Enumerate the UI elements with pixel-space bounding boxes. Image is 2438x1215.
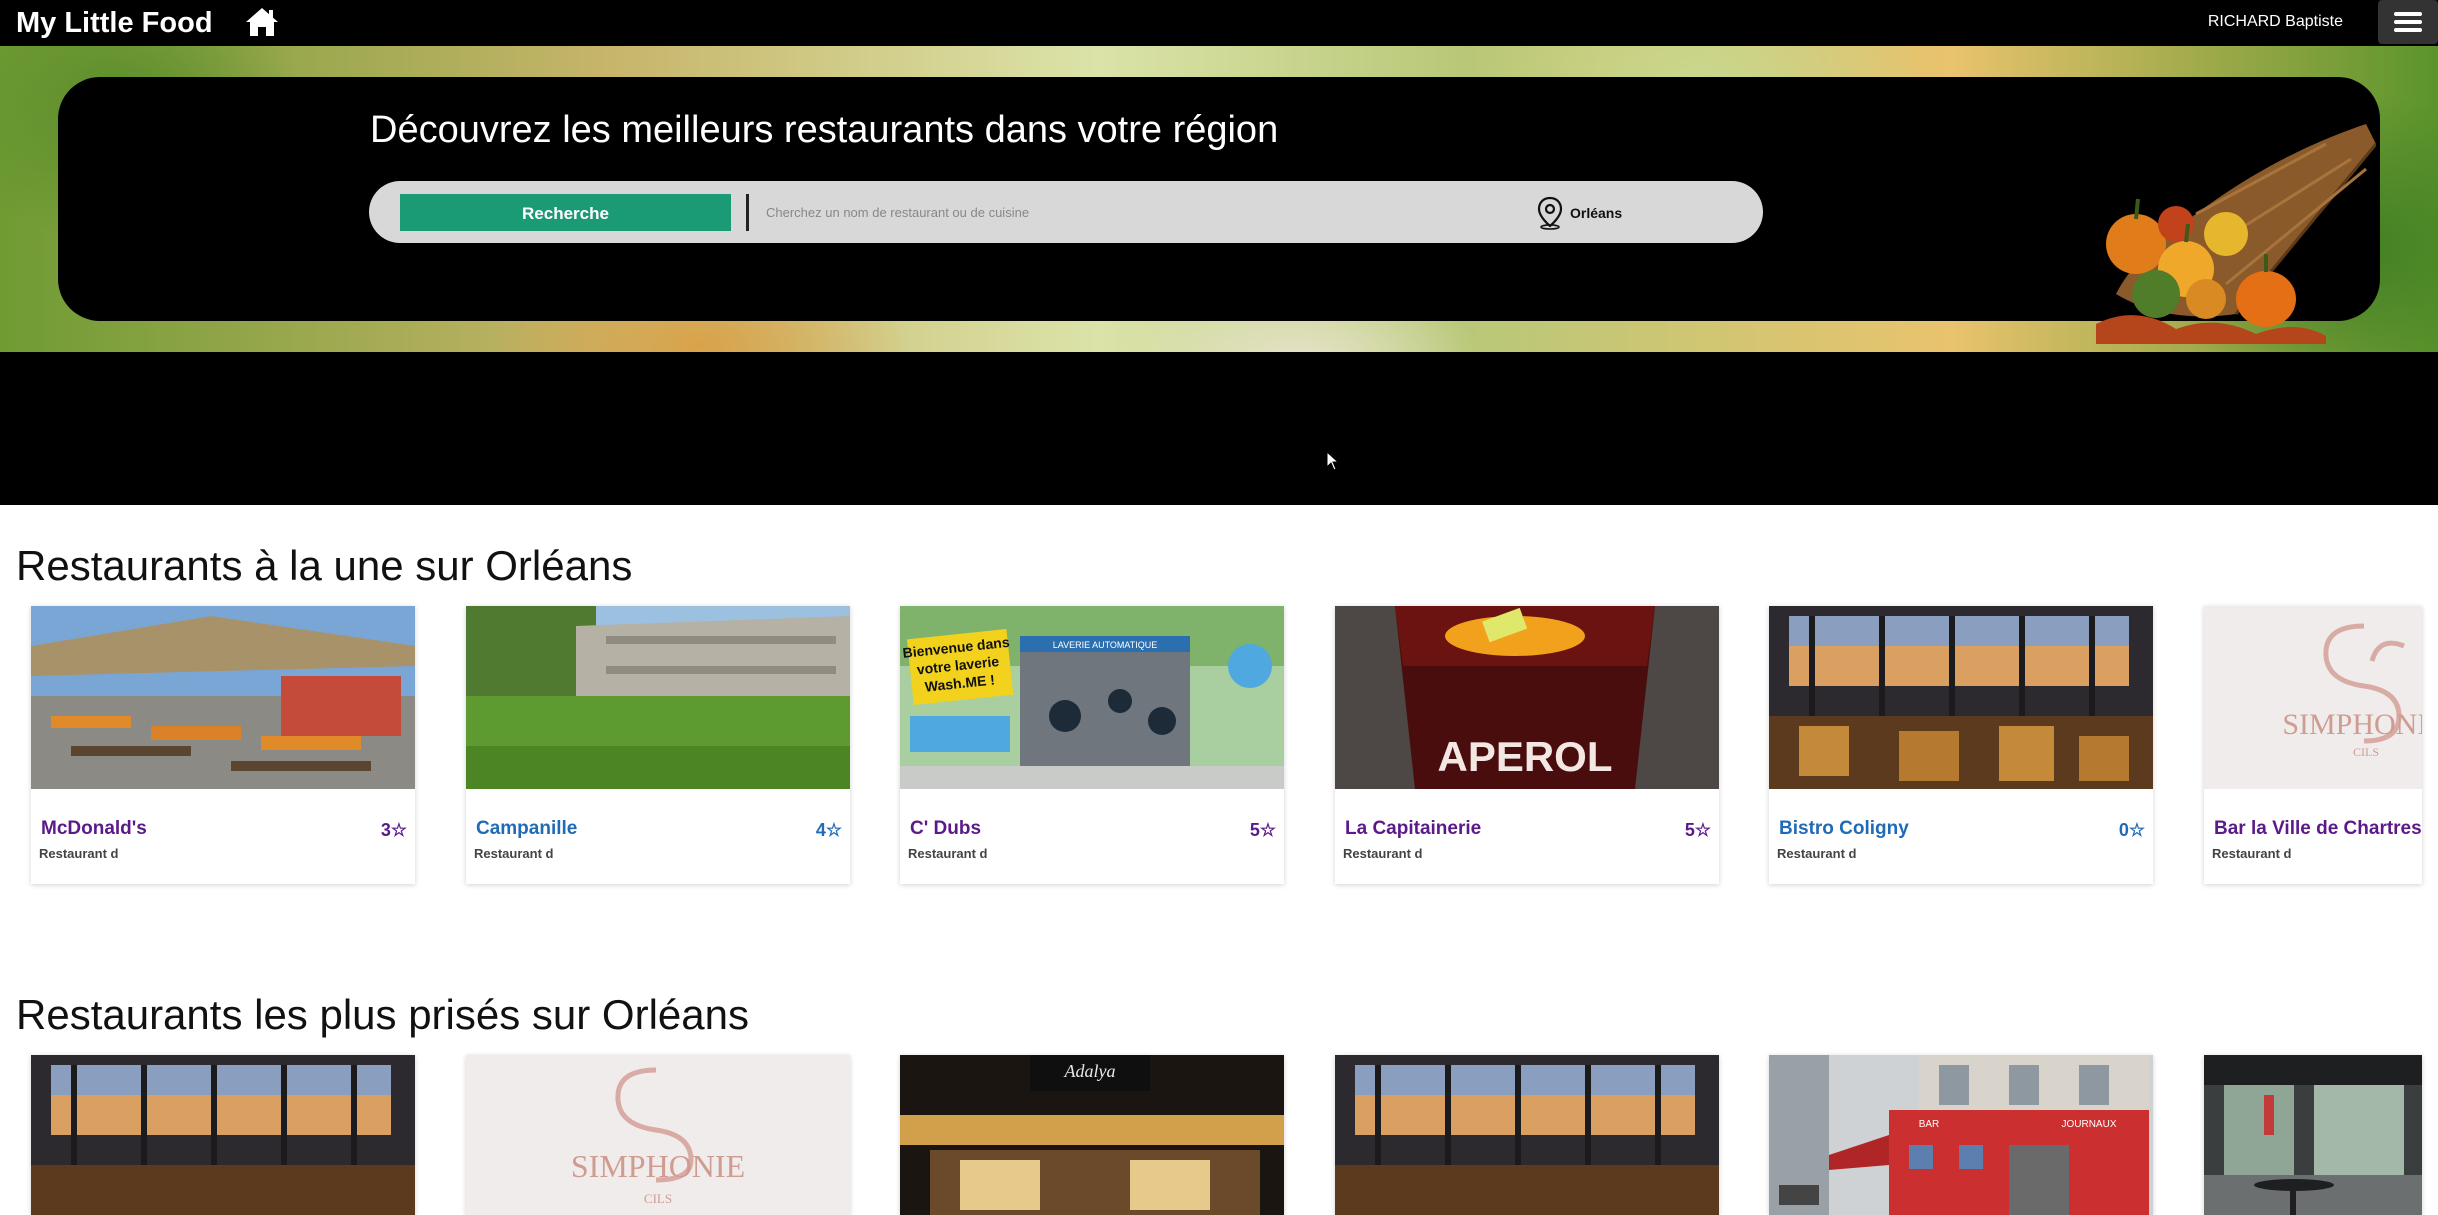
restaurant-rating: 0☆ (2118, 820, 2145, 840)
laundry-sign-text: LAVERIE AUTOMATIQUE (1053, 640, 1158, 650)
restaurant-card[interactable]: Bistro Coligny 0☆ Restaurant d (1769, 606, 2153, 884)
restaurant-type: Restaurant d (474, 846, 554, 861)
hero-title: Découvrez les meilleurs restaurants dans… (370, 109, 1279, 151)
restaurant-card[interactable] (31, 1055, 415, 1215)
search-input[interactable]: Cherchez un nom de restaurant ou de cuis… (766, 201, 1486, 225)
cornucopia-illustration (2096, 124, 2376, 344)
restaurant-photo: SIMPHONIE CILS (466, 1055, 850, 1215)
aperol-text: APEROL (1437, 733, 1612, 780)
restaurant-rating: 5☆ (1684, 820, 1711, 840)
restaurant-name[interactable]: Bistro Coligny (1779, 818, 1909, 840)
restaurant-name[interactable]: La Capitainerie (1345, 818, 1481, 840)
restaurant-card[interactable]: McDonald's 3☆ Restaurant d (31, 606, 415, 884)
banner-area (0, 352, 2438, 505)
restaurant-name[interactable]: C' Dubs (910, 818, 981, 840)
simphonie-text: SIMPHONIE (2282, 708, 2422, 741)
restaurant-name[interactable]: McDonald's (41, 818, 147, 840)
restaurant-type: Restaurant d (1777, 846, 1857, 861)
user-name[interactable]: RICHARD Baptiste (2208, 12, 2343, 32)
restaurant-type: Restaurant d (1343, 846, 1423, 861)
restaurant-card[interactable]: SIMPHONIE CILS (466, 1055, 850, 1215)
section-title-popular: Restaurants les plus prisés sur Orléans (16, 991, 749, 1038)
hamburger-menu-icon (2394, 12, 2422, 16)
restaurant-photo (31, 606, 415, 789)
restaurant-rating: 5☆ (1249, 820, 1276, 840)
location-label[interactable]: Orléans (1570, 203, 1622, 223)
mouse-cursor-icon (1326, 451, 1340, 471)
restaurant-photo (466, 606, 850, 789)
restaurant-card[interactable]: LAVERIE AUTOMATIQUE Bienvenue dans votre… (900, 606, 1284, 884)
restaurant-photo (2204, 1055, 2422, 1215)
restaurant-card[interactable] (1335, 1055, 1719, 1215)
journaux-sign-text: JOURNAUX (2061, 1119, 2116, 1130)
restaurant-name[interactable]: Campanille (476, 818, 577, 840)
restaurant-rating: 3☆ (380, 820, 407, 840)
restaurant-photo: APEROL (1335, 606, 1719, 789)
restaurant-type: Restaurant d (2212, 846, 2292, 861)
restaurant-card[interactable]: BAR JOURNAUX (1769, 1055, 2153, 1215)
restaurant-card[interactable]: APEROL La Capitainerie 5☆ Restaurant d (1335, 606, 1719, 884)
restaurant-card[interactable]: Campanille 4☆ Restaurant d (466, 606, 850, 884)
search-button[interactable]: Recherche (400, 194, 731, 231)
search-divider (746, 194, 749, 231)
home-icon[interactable] (244, 6, 280, 38)
bar-sign-text: BAR (1919, 1119, 1940, 1130)
restaurant-type: Restaurant d (39, 846, 119, 861)
map-pin-icon[interactable] (1536, 196, 1564, 230)
brand-logo[interactable]: My Little Food (16, 6, 213, 40)
simphonie-text: SIMPHONIE (571, 1148, 745, 1184)
restaurant-photo: SIMPHONIE CILS (2204, 606, 2422, 789)
restaurant-type: Restaurant d (908, 846, 988, 861)
top-navbar: My Little Food RICHARD Baptiste (0, 0, 2438, 46)
restaurant-photo: BAR JOURNAUX (1769, 1055, 2153, 1215)
restaurant-card[interactable]: Adalya (900, 1055, 1284, 1215)
section-title-featured: Restaurants à la une sur Orléans (16, 542, 633, 589)
storefront-sign-text: Adalya (1064, 1061, 1116, 1081)
restaurant-card[interactable]: SIMPHONIE CILS Bar la Ville de Chartres … (2204, 606, 2422, 884)
restaurant-rating: 4☆ (815, 820, 842, 840)
restaurant-photo (1335, 1055, 1719, 1215)
restaurant-photo: Adalya (900, 1055, 1284, 1215)
restaurant-card[interactable] (2204, 1055, 2422, 1215)
hamburger-menu-button[interactable] (2378, 0, 2438, 44)
simphonie-sub-text: CILS (2353, 745, 2379, 759)
restaurant-photo (31, 1055, 415, 1215)
restaurant-name[interactable]: Bar la Ville de Chartres (2214, 818, 2422, 840)
restaurant-photo: LAVERIE AUTOMATIQUE Bienvenue dans votre… (900, 606, 1284, 789)
restaurant-photo (1769, 606, 2153, 789)
simphonie-sub-text: CILS (644, 1191, 672, 1206)
